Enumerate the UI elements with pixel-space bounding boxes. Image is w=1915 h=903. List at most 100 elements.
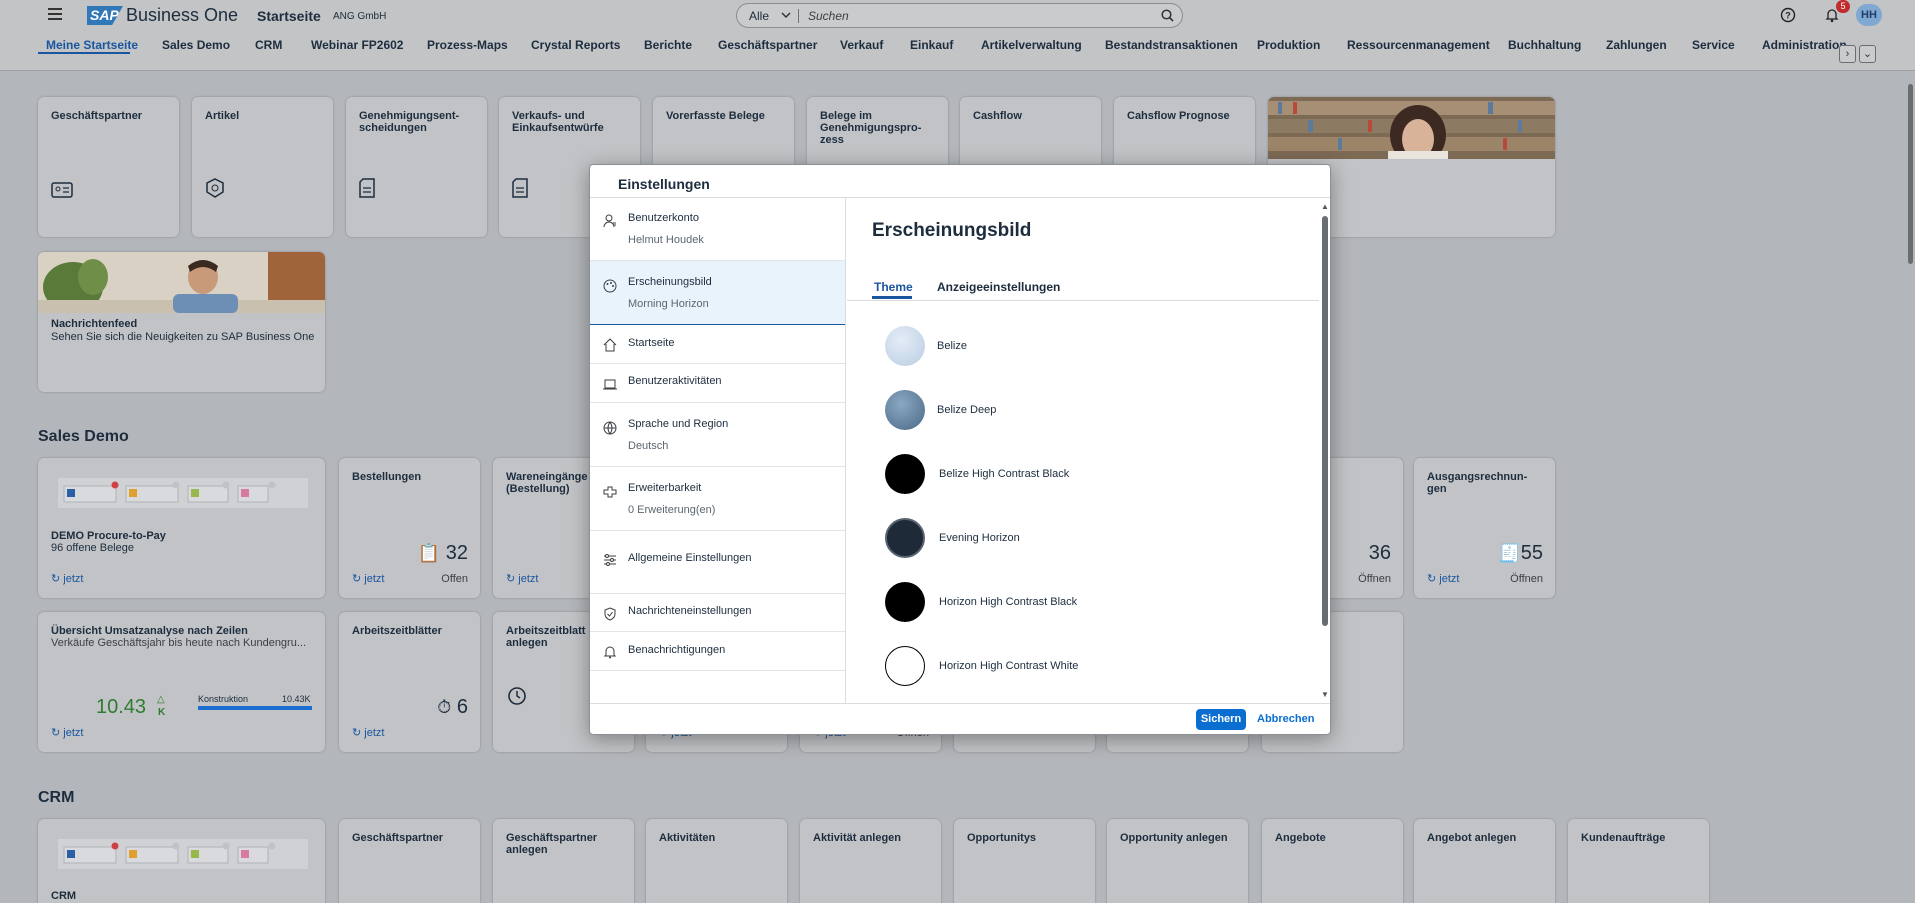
nav-tab-einkauf[interactable]: Einkauf — [910, 38, 953, 52]
menu-sublabel: Morning Horizon — [628, 298, 709, 310]
notification-badge: 5 — [1836, 0, 1850, 13]
theme-option-belize[interactable]: Belize — [861, 314, 1305, 378]
nav-tab-sales-demo[interactable]: Sales Demo — [162, 38, 230, 52]
menu-item-erweiterbarkeit[interactable]: Erweiterbarkeit 0 Erweiterung(en) — [590, 467, 845, 531]
avatar[interactable]: HH — [1856, 4, 1882, 26]
nav-tab-ressourcenmanagement[interactable]: Ressourcenmanagement — [1347, 38, 1490, 52]
menu-item-erscheinungsbild[interactable]: Erscheinungsbild Morning Horizon — [590, 261, 845, 325]
help-icon[interactable]: ? — [1780, 7, 1796, 28]
tile-crm-opportunity-anlegen[interactable]: Opportunity anlegen — [1107, 819, 1248, 903]
tile-crm-angebot-anlegen[interactable]: Angebot anlegen — [1414, 819, 1555, 903]
news-photo — [38, 252, 325, 313]
sap-logo[interactable]: SAP — [87, 6, 123, 25]
svg-text:?: ? — [1785, 11, 1791, 21]
theme-option-belize-hcb[interactable]: Belize High Contrast Black — [861, 442, 1305, 506]
search-scope-select[interactable]: Alle — [737, 8, 799, 23]
search-input[interactable]: Suchen — [799, 9, 1152, 23]
tile-crm-aktivitaet-anlegen[interactable]: Aktivität anlegen — [800, 819, 941, 903]
nav-tab-geschaeftspartner[interactable]: Geschäftspartner — [718, 38, 817, 52]
nav-tab-prozess-maps[interactable]: Prozess-Maps — [427, 38, 508, 52]
nav-tab-verkauf[interactable]: Verkauf — [840, 38, 883, 52]
menu-item-benutzerkonto[interactable]: Benutzerkonto Helmut Houdek — [590, 198, 845, 261]
nav-tab-bestandstransaktionen[interactable]: Bestandstransaktionen — [1105, 38, 1238, 52]
tile-crm-angebote[interactable]: Angebote — [1262, 819, 1403, 903]
nav-tab-meine-startseite[interactable]: Meine Startseite — [46, 38, 138, 52]
tile-procure-to-pay[interactable]: DEMO Procure-to-Pay 96 offene Belege ↻ j… — [38, 458, 325, 598]
tile-umsatzanalyse[interactable]: Übersicht Umsatzanalyse nach Zeilen Verk… — [38, 612, 325, 752]
theme-option-horizon-hcw[interactable]: Horizon High Contrast White — [861, 634, 1305, 698]
theme-option-horizon-hcb[interactable]: Horizon High Contrast Black — [861, 570, 1305, 634]
save-button[interactable]: Sichern — [1196, 709, 1246, 730]
tile-geschaeftspartner[interactable]: Geschäftspartner — [38, 97, 179, 237]
tab-anzeigeeinstellungen[interactable]: Anzeigeeinstellungen — [937, 280, 1060, 294]
tile-nachrichtenfeed[interactable]: Nachrichtenfeed Sehen Sie sich die Neuig… — [38, 252, 325, 392]
nav-scroll-right-button[interactable]: › — [1839, 45, 1856, 63]
tile-crm-aktivitaeten[interactable]: Aktivitäten — [646, 819, 787, 903]
refresh-link[interactable]: ↻ jetzt — [1427, 572, 1459, 585]
nav-tab-administration[interactable]: Administration — [1762, 38, 1847, 52]
nav-tab-service[interactable]: Service — [1692, 38, 1735, 52]
globe-icon — [603, 421, 617, 440]
refresh-link[interactable]: ↻ jetzt — [352, 572, 384, 585]
settings-dialog: Einstellungen Benutzerkonto Helmut Houde… — [589, 164, 1331, 735]
tile-title: Aktivität anlegen — [813, 832, 902, 844]
nav-tab-berichte[interactable]: Berichte — [644, 38, 692, 52]
nav-tab-buchhaltung[interactable]: Buchhaltung — [1508, 38, 1581, 52]
scroll-up-icon[interactable]: ▲ — [1321, 202, 1329, 211]
tile-crm-geschaeftspartner[interactable]: Geschäftspartner — [339, 819, 480, 903]
palette-icon — [603, 279, 617, 298]
nav-tab-zahlungen[interactable]: Zahlungen — [1606, 38, 1667, 52]
menu-item-benachrichtigungen[interactable]: Benachrichtigungen — [590, 632, 845, 671]
menu-item-startseite[interactable]: Startseite — [590, 325, 845, 364]
theme-option-evening-horizon[interactable]: Evening Horizon — [861, 506, 1305, 570]
page-scroll-thumb[interactable] — [1908, 84, 1913, 264]
cancel-button[interactable]: Abbrechen — [1257, 713, 1314, 725]
clipboard-money-icon: 📋 — [417, 543, 441, 563]
refresh-link[interactable]: ↻ jetzt — [352, 726, 384, 739]
menu-item-nachrichteneinstellungen[interactable]: Nachrichteneinstellungen — [590, 594, 845, 632]
nav-tab-crm[interactable]: CRM — [255, 38, 282, 52]
menu-icon[interactable] — [48, 8, 62, 20]
tile-artikel[interactable]: Artikel — [192, 97, 333, 237]
search-icon[interactable] — [1152, 9, 1182, 22]
theme-label: Belize — [937, 340, 967, 352]
menu-item-sprache-region[interactable]: Sprache und Region Deutsch — [590, 403, 845, 467]
tile-crm-gp-anlegen[interactable]: Geschäftspartner anlegen — [493, 819, 634, 903]
tile-arbeitszeitblaetter[interactable]: Arbeitszeitblätter ⏱ 6 ↻ jetzt — [339, 612, 480, 752]
menu-item-allgemeine-einstellungen[interactable]: Allgemeine Einstellungen — [590, 531, 845, 594]
menu-label: Startseite — [628, 337, 675, 349]
nav-tab-produktion[interactable]: Produktion — [1257, 38, 1320, 52]
nav-tab-webinar[interactable]: Webinar FP2602 — [311, 38, 403, 52]
theme-label: Evening Horizon — [939, 532, 1020, 544]
tile-subtitle: Verkäufe Geschäftsjahr bis heute nach Ku… — [51, 637, 306, 649]
menu-label: Allgemeine Einstellungen — [628, 552, 752, 564]
nav-tab-crystal-reports[interactable]: Crystal Reports — [531, 38, 620, 52]
tile-crm-opportunitys[interactable]: Opportunitys — [954, 819, 1095, 903]
scroll-thumb[interactable] — [1322, 216, 1328, 626]
nav-overflow-button[interactable]: ⌄ — [1859, 45, 1876, 63]
divider — [590, 703, 1330, 704]
dialog-scrollbar[interactable]: ▲ ▼ — [1319, 198, 1330, 703]
theme-swatch — [885, 582, 925, 622]
search-scope-label: Alle — [749, 8, 770, 23]
kpi-value: 55 — [1520, 542, 1543, 564]
tile-ausgangsrechnungen[interactable]: Ausgangsrechnun-gen 🧾55 ↻ jetzt Öffnen — [1414, 458, 1555, 598]
tab-theme[interactable]: Theme — [874, 280, 913, 294]
tile-crm-process[interactable]: CRM — [38, 819, 325, 903]
tile-genehmigungsentscheidungen[interactable]: Genehmigungsent-scheidungen — [346, 97, 487, 237]
nav-tab-artikelverwaltung[interactable]: Artikelverwaltung — [981, 38, 1082, 52]
refresh-link[interactable]: ↻ jetzt — [51, 572, 83, 585]
tile-crm-kundenauftraege[interactable]: Kundenaufträge — [1568, 819, 1709, 903]
timesheet-icon: ⏱ — [437, 697, 452, 717]
active-tab-indicator — [872, 296, 912, 299]
refresh-link[interactable]: ↻ jetzt — [506, 572, 538, 585]
tile-title: Übersicht Umsatzanalyse nach Zeilen — [51, 625, 248, 637]
scroll-down-icon[interactable]: ▼ — [1321, 690, 1329, 699]
menu-label: Nachrichteneinstellungen — [628, 605, 752, 617]
tile-title: Artikel — [205, 110, 240, 122]
menu-item-benutzeraktivitaeten[interactable]: Benutzeraktivitäten — [590, 364, 845, 403]
tile-bestellungen[interactable]: Bestellungen 📋 32 ↻ jetzt Offen — [339, 458, 480, 598]
theme-option-belize-deep[interactable]: Belize Deep — [861, 378, 1305, 442]
page-scrollbar[interactable] — [1906, 74, 1915, 903]
refresh-link[interactable]: ↻ jetzt — [51, 726, 83, 739]
